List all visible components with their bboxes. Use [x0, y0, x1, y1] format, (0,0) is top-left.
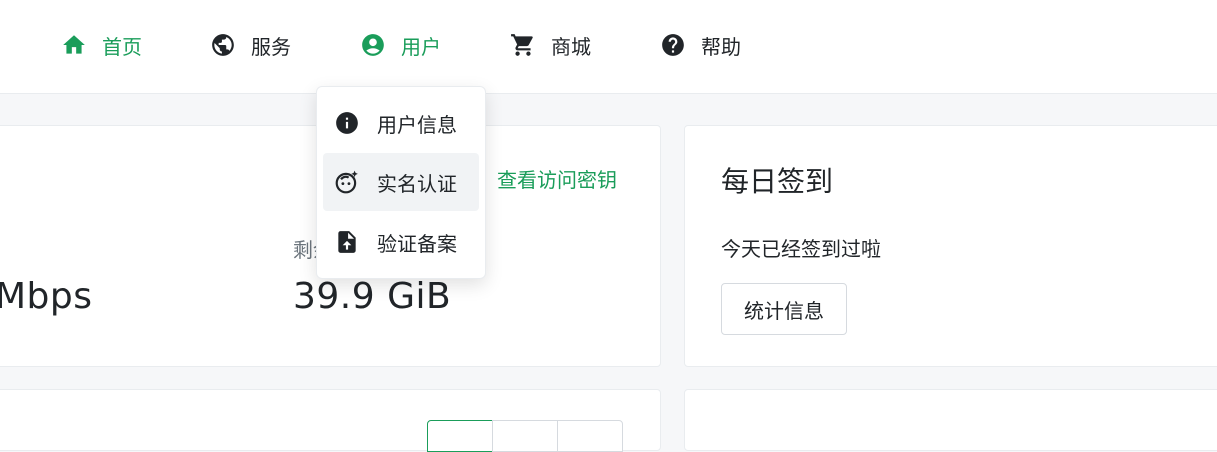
nav-item-label: 首页 [102, 34, 142, 59]
menu-item-real-name-verification[interactable]: 实名认证 [323, 153, 479, 211]
segment-option[interactable] [492, 420, 558, 452]
info-icon [333, 109, 361, 137]
view-access-key-link[interactable]: 查看访问密钥 [497, 164, 617, 193]
segmented-control [427, 420, 623, 452]
speed-value: Mbps [0, 276, 93, 317]
nav-item-label: 服务 [251, 34, 291, 59]
nav-item-help[interactable]: 帮助 [659, 29, 741, 61]
stats-info-button[interactable]: 统计信息 [721, 283, 847, 335]
file-upload-icon [333, 228, 361, 256]
menu-item-label: 用户信息 [377, 112, 457, 137]
remaining-traffic-value: 39.9 GiB [293, 276, 452, 317]
nav-item-services[interactable]: 服务 [209, 29, 291, 61]
nav-item-label: 帮助 [701, 34, 741, 59]
nav-item-home[interactable]: 首页 [60, 29, 142, 61]
top-navbar: 首页 服务 用户 商城 帮助 [0, 0, 1217, 94]
menu-item-label: 实名认证 [377, 171, 457, 196]
cart-icon [509, 31, 537, 59]
segment-option[interactable] [557, 420, 623, 452]
checkin-title: 每日签到 [721, 165, 834, 198]
nav-item-label: 商城 [551, 34, 591, 59]
help-icon [659, 31, 687, 59]
home-icon [60, 31, 88, 59]
menu-item-verify-filing[interactable]: 验证备案 [323, 213, 479, 271]
user-dropdown-menu: 用户信息 实名认证 验证备案 [316, 86, 486, 279]
lower-left-card [0, 389, 661, 452]
checkin-status: 今天已经签到过啦 [721, 237, 881, 261]
nav-item-label: 用户 [401, 34, 441, 59]
user-circle-icon [359, 31, 387, 59]
menu-item-label: 验证备案 [377, 231, 457, 256]
stats-info-button-label: 统计信息 [744, 298, 824, 323]
nav-item-shop[interactable]: 商城 [509, 29, 591, 61]
daily-checkin-card: 每日签到 今天已经签到过啦 统计信息 [684, 125, 1217, 367]
lower-right-card [684, 389, 1217, 451]
face-verify-icon [333, 168, 361, 196]
segment-option[interactable] [427, 420, 493, 452]
globe-icon [209, 31, 237, 59]
menu-item-user-info[interactable]: 用户信息 [323, 94, 479, 152]
nav-item-user[interactable]: 用户 [359, 29, 441, 61]
